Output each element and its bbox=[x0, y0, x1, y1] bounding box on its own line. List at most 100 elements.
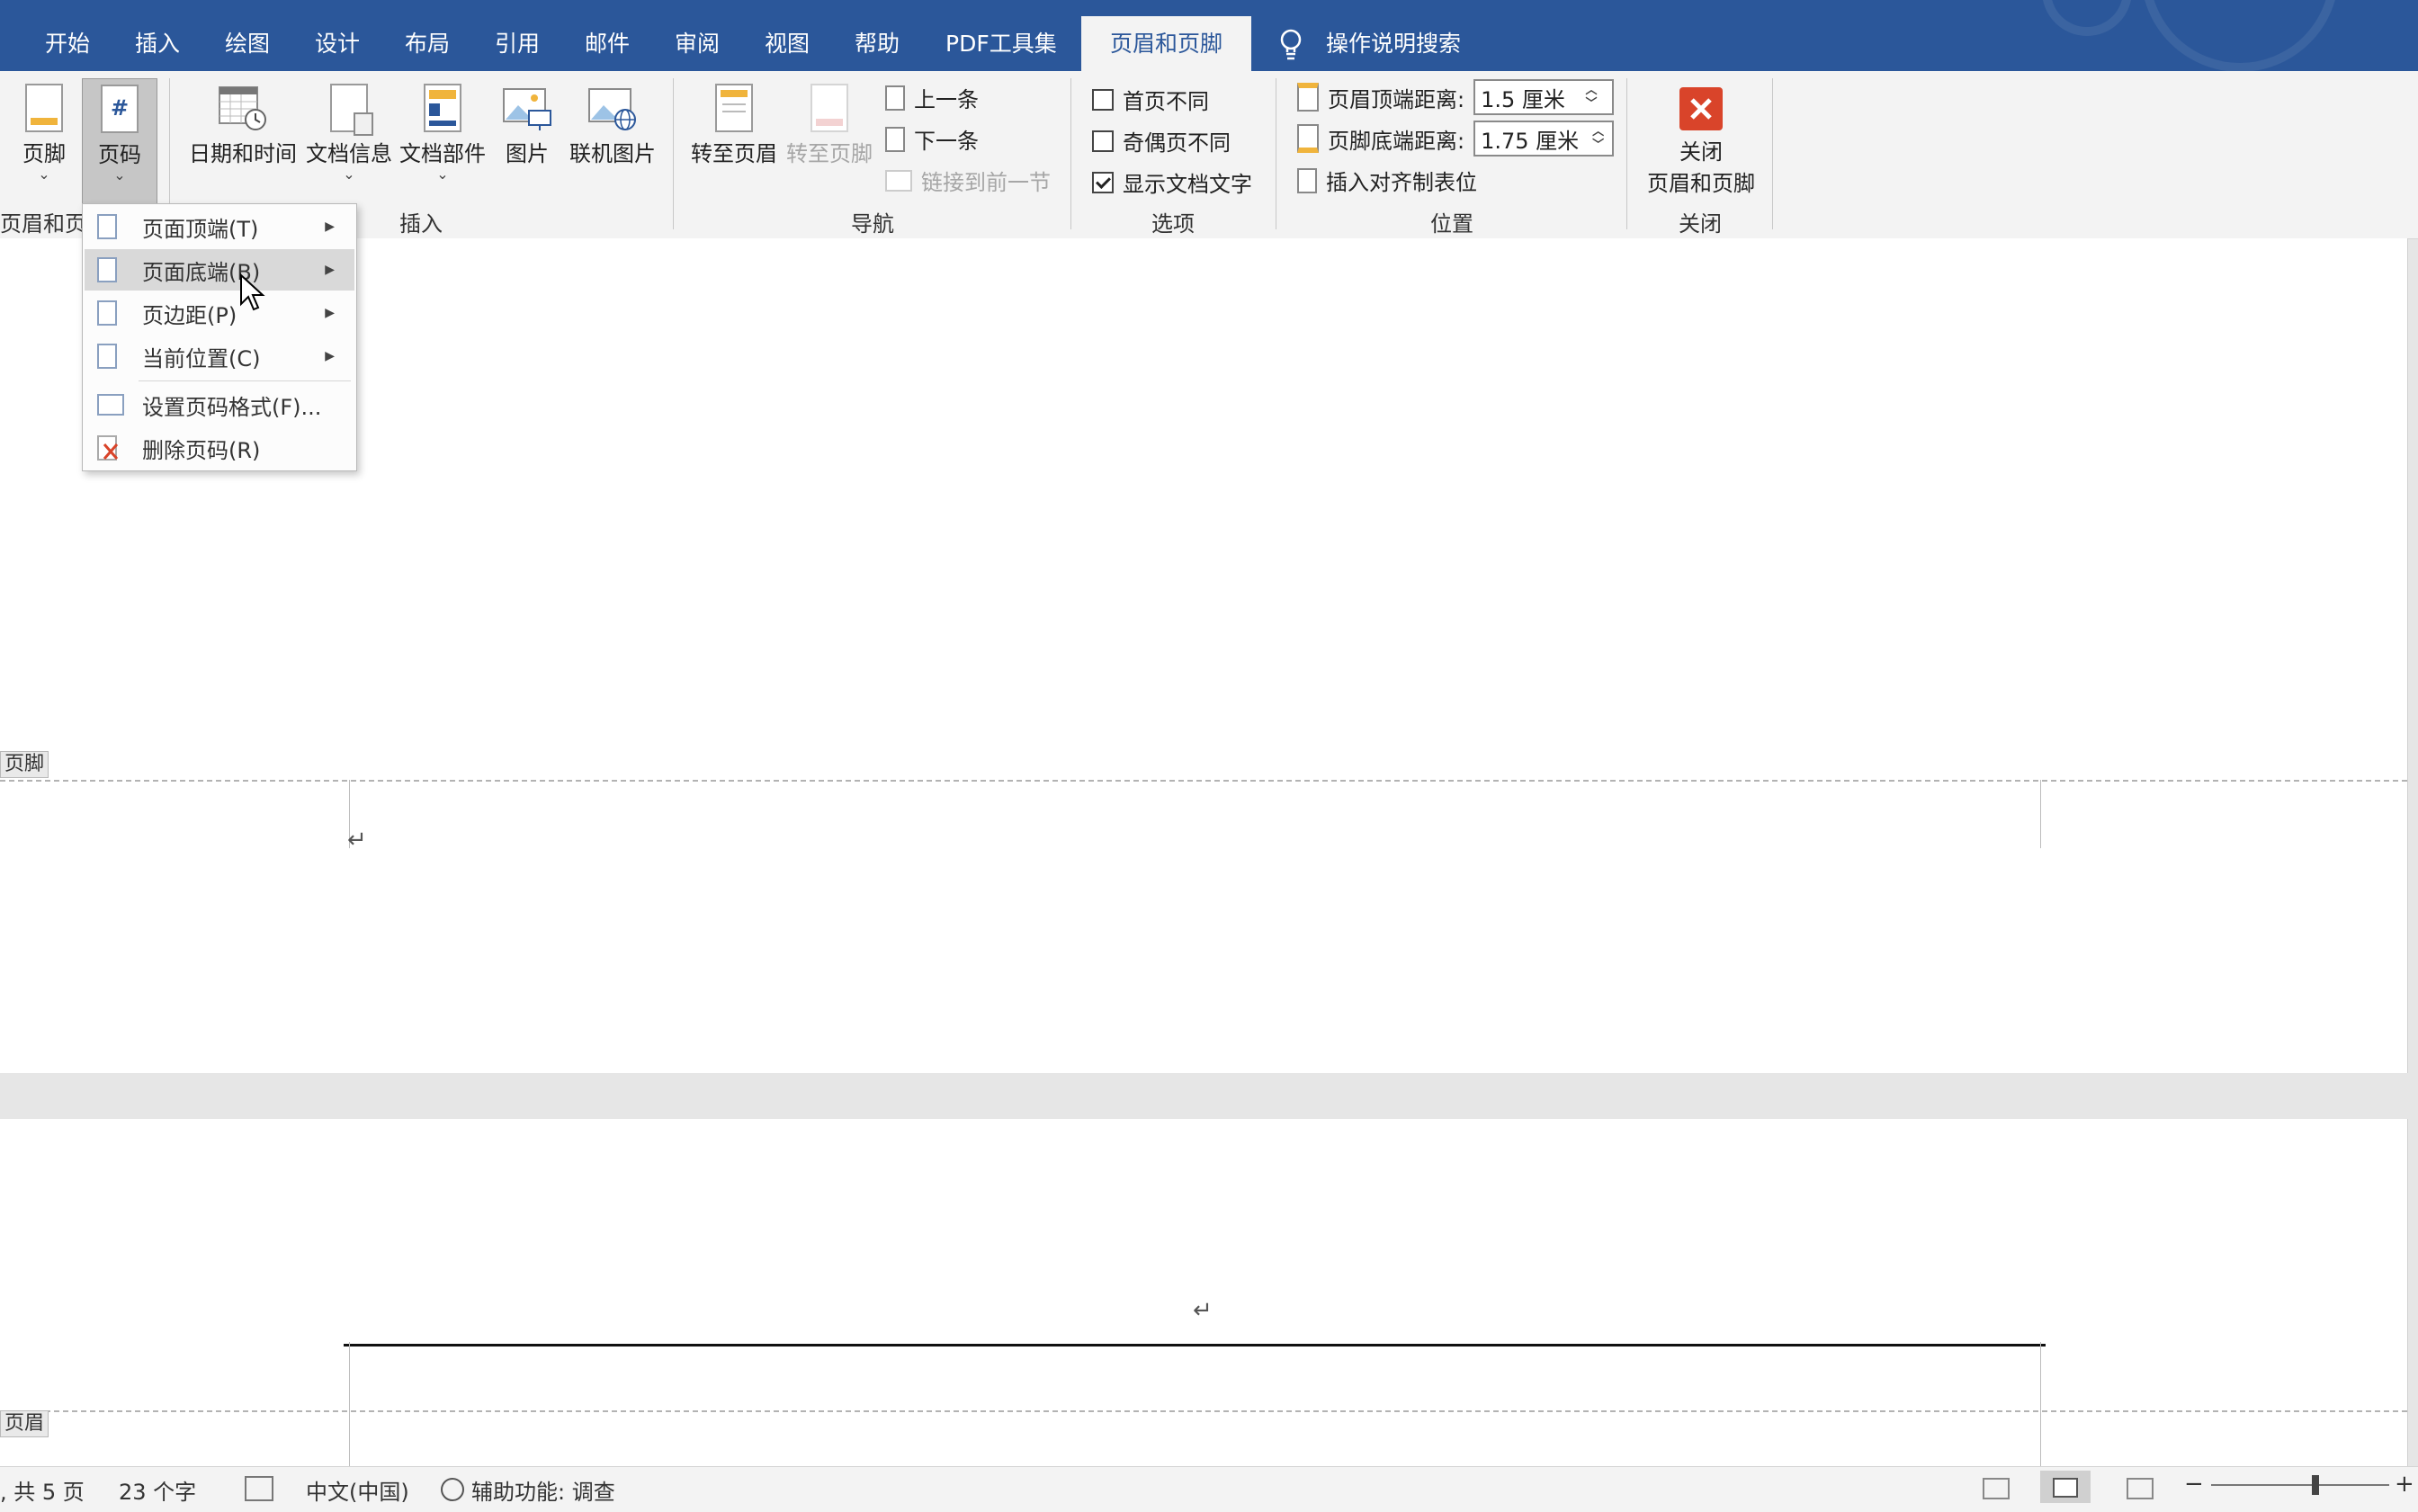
close-header-footer-button[interactable]: 关闭 页眉和页脚 bbox=[1643, 87, 1760, 197]
header-distance-spinner[interactable]: 1.5 厘米 ︿ ﹀ bbox=[1473, 79, 1615, 115]
tab-review[interactable]: 审阅 bbox=[675, 0, 720, 71]
tab-layout[interactable]: 布局 bbox=[405, 0, 450, 71]
checkmark-icon bbox=[1092, 171, 1114, 193]
footer-distance-spinner[interactable]: 1.75 厘米 ︿ ﹀ bbox=[1473, 121, 1615, 157]
tab-help[interactable]: 帮助 bbox=[855, 0, 900, 71]
chevron-down-icon: ⌄ bbox=[436, 166, 449, 183]
proofing-icon[interactable] bbox=[245, 1476, 273, 1501]
zoom-out-button[interactable]: − bbox=[2184, 1471, 2204, 1498]
web-layout-icon[interactable] bbox=[2127, 1478, 2154, 1499]
tell-me-search[interactable]: 操作说明搜索 bbox=[1326, 0, 1461, 71]
next-button[interactable]: 下一条 bbox=[885, 123, 979, 155]
goto-footer-icon bbox=[810, 84, 848, 132]
checkbox-icon bbox=[1092, 88, 1114, 111]
alignment-tab-icon bbox=[1297, 167, 1317, 193]
paragraph-mark[interactable]: ↵ bbox=[347, 827, 367, 854]
page-number-icon bbox=[97, 257, 117, 282]
accessibility-status[interactable]: 辅助功能: 调查 bbox=[471, 1474, 615, 1506]
footer-icon bbox=[25, 84, 63, 132]
spin-down-icon[interactable]: ﹀ bbox=[1585, 97, 1597, 111]
calendar-clock-icon bbox=[218, 84, 268, 132]
first-page-different-checkbox[interactable]: 首页不同 bbox=[1092, 84, 1209, 115]
remove-page-numbers-icon bbox=[97, 435, 119, 461]
zoom-slider-handle[interactable] bbox=[2312, 1475, 2319, 1495]
tab-insert[interactable]: 插入 bbox=[135, 0, 180, 71]
spin-down-icon[interactable]: ﹀ bbox=[1592, 139, 1604, 152]
tab-references[interactable]: 引用 bbox=[495, 0, 540, 71]
footer-distance-row: 页脚底端距离: 1.75 厘米 ︿ ﹀ bbox=[1297, 121, 1615, 157]
group-separator bbox=[1772, 78, 1773, 229]
mouse-cursor-icon bbox=[239, 273, 266, 313]
lightbulb-icon bbox=[1277, 27, 1304, 63]
close-icon bbox=[1679, 87, 1723, 130]
show-document-text-checkbox[interactable]: 显示文档文字 bbox=[1092, 166, 1252, 198]
menu-item-remove-page-numbers[interactable]: 删除页码(R) bbox=[85, 427, 354, 469]
footer-button[interactable]: 页脚 ⌄ bbox=[13, 84, 76, 182]
margin-marker bbox=[2040, 1342, 2041, 1466]
previous-button[interactable]: 上一条 bbox=[885, 82, 979, 113]
group-label-close: 关闭 bbox=[1679, 211, 1722, 237]
accessibility-icon[interactable] bbox=[441, 1478, 464, 1501]
zoom-slider[interactable] bbox=[2211, 1475, 2389, 1495]
margin-marker bbox=[2040, 780, 2041, 848]
tab-pdf-tools[interactable]: PDF工具集 bbox=[945, 0, 1057, 71]
page-number-button[interactable]: # 页码 ⌄ bbox=[82, 78, 157, 210]
tab-view[interactable]: 视图 bbox=[765, 0, 810, 71]
menu-item-page-margins[interactable]: 页边距(P) ▶ bbox=[85, 292, 354, 334]
link-to-previous-button[interactable]: 链接到前一节 bbox=[885, 165, 1051, 196]
page-number-icon bbox=[97, 344, 117, 369]
online-picture-button[interactable]: 联机图片 bbox=[565, 84, 660, 167]
goto-header-button[interactable]: 转至页眉 bbox=[689, 84, 779, 167]
page-count[interactable]: , 共 5 页 bbox=[0, 1474, 85, 1506]
paragraph-mark[interactable]: ↵ bbox=[1193, 1297, 1213, 1324]
spin-up-icon[interactable]: ︿ bbox=[1585, 84, 1597, 97]
footer-distance-value[interactable]: 1.75 厘米 bbox=[1475, 123, 1579, 155]
menu-item-bottom-of-page[interactable]: 页面底端(B) ▶ bbox=[85, 249, 354, 291]
decorative-circle-icon bbox=[2042, 0, 2132, 36]
picture-button[interactable]: 图片 bbox=[497, 84, 558, 167]
header-distance-icon bbox=[1297, 83, 1319, 112]
goto-footer-button[interactable]: 转至页脚 bbox=[784, 84, 874, 167]
menu-item-top-of-page[interactable]: 页面顶端(T) ▶ bbox=[85, 206, 354, 247]
language-indicator[interactable]: 中文(中国) bbox=[306, 1474, 409, 1506]
document-page[interactable]: ↵ 页眉 bbox=[0, 1119, 2408, 1466]
read-mode-icon[interactable] bbox=[1983, 1478, 2010, 1499]
page-number-icon bbox=[97, 214, 117, 239]
group-separator bbox=[673, 78, 674, 229]
tab-mailings[interactable]: 邮件 bbox=[585, 0, 630, 71]
odd-even-different-checkbox[interactable]: 奇偶页不同 bbox=[1092, 125, 1231, 157]
previous-icon bbox=[885, 85, 905, 111]
chevron-down-icon: ⌄ bbox=[343, 166, 355, 183]
quick-parts-button[interactable]: 文档部件 ⌄ bbox=[398, 84, 488, 182]
header-bottom-border bbox=[344, 1344, 2046, 1346]
print-layout-button[interactable] bbox=[2040, 1471, 2091, 1503]
chevron-right-icon: ▶ bbox=[325, 219, 335, 234]
tab-header-footer[interactable]: 页眉和页脚 bbox=[1081, 16, 1252, 71]
online-picture-icon bbox=[587, 84, 638, 132]
word-count[interactable]: 23 个字 bbox=[119, 1474, 196, 1506]
link-icon bbox=[885, 169, 912, 192]
document-info-icon bbox=[330, 84, 373, 136]
date-time-button[interactable]: 日期和时间 bbox=[187, 84, 299, 167]
footer-distance-icon bbox=[1297, 124, 1319, 153]
chevron-right-icon: ▶ bbox=[325, 263, 335, 277]
menu-item-current-position[interactable]: 当前位置(C) ▶ bbox=[85, 336, 354, 377]
margin-marker bbox=[349, 1342, 350, 1466]
spin-up-icon[interactable]: ︿ bbox=[1592, 125, 1604, 139]
group-label-position: 位置 bbox=[1430, 211, 1473, 237]
header-distance-value[interactable]: 1.5 厘米 bbox=[1475, 82, 1565, 113]
group-label-insert: 插入 bbox=[399, 211, 443, 237]
group-label-navigation: 导航 bbox=[851, 211, 894, 237]
document-page[interactable]: 页脚 ↵ bbox=[0, 238, 2408, 1073]
tab-draw[interactable]: 绘图 bbox=[225, 0, 270, 71]
tab-design[interactable]: 设计 bbox=[315, 0, 360, 71]
zoom-in-button[interactable]: + bbox=[2395, 1471, 2414, 1498]
document-info-button[interactable]: 文档信息 ⌄ bbox=[304, 84, 394, 182]
tab-home[interactable]: 开始 bbox=[45, 0, 90, 71]
picture-icon bbox=[502, 84, 552, 132]
menu-item-format-page-numbers[interactable]: 设置页码格式(F)... bbox=[85, 384, 354, 425]
print-layout-icon bbox=[2053, 1478, 2078, 1498]
menu-separator bbox=[139, 380, 351, 381]
insert-alignment-tab-button[interactable]: 插入对齐制表位 bbox=[1297, 165, 1477, 196]
quick-parts-icon bbox=[424, 84, 461, 132]
